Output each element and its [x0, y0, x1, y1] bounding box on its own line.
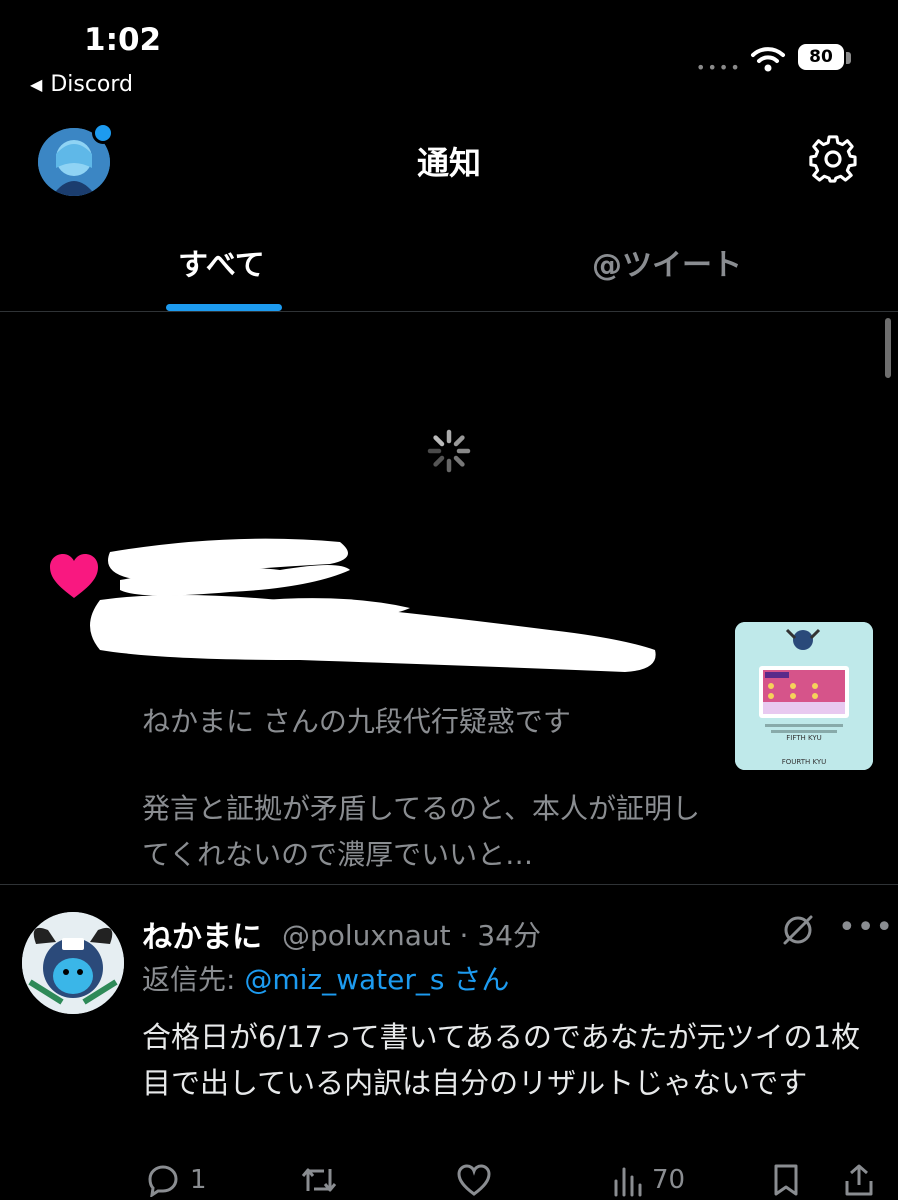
tab-all[interactable]: すべて	[178, 240, 265, 284]
page-title: 通知	[416, 144, 481, 182]
bookmark-action[interactable]	[772, 1160, 800, 1200]
replying-to-prefix: 返信先:	[142, 963, 245, 996]
liked-tweet-preview-body[interactable]: 発言と証拠が矛盾してるのと、本人が証明してくれないので濃厚でいいと…	[142, 786, 722, 878]
liked-tweet-preview[interactable]: ねかまに さんの九段代行疑惑です	[142, 700, 571, 740]
thumbnail-rank-label: FOURTH KYU	[781, 758, 827, 766]
reply-tweet-text: 合格日が6/17って書いてあるのであなたが元ツイの1枚目で出している内訳は自分の…	[142, 1020, 861, 1100]
status-time: 1:02	[84, 22, 162, 58]
gear-icon[interactable]	[808, 134, 858, 184]
reply-handle-time: @poluxnaut · 34分	[282, 919, 541, 952]
like-heart-icon	[457, 1164, 491, 1196]
active-tab-indicator	[166, 304, 282, 311]
analytics-icon	[614, 1167, 642, 1197]
views-action[interactable]: 70	[612, 1160, 685, 1200]
reply-user-avatar[interactable]	[22, 912, 124, 1014]
scrollbar[interactable]	[885, 318, 891, 378]
cellular-signal-icon: ••••	[696, 58, 742, 77]
retweet-action[interactable]	[300, 1160, 348, 1200]
share-icon	[845, 1164, 873, 1196]
retweet-icon	[301, 1168, 337, 1192]
like-action[interactable]	[456, 1160, 502, 1200]
redaction-scribble	[90, 538, 656, 672]
back-arrow-icon: ◀	[30, 75, 43, 94]
tab-divider	[0, 311, 898, 312]
share-action[interactable]	[844, 1160, 874, 1200]
wifi-icon	[751, 47, 785, 72]
muted-conversation-icon[interactable]	[780, 912, 816, 948]
replying-to-suffix: さん	[444, 963, 510, 996]
bookmark-icon	[774, 1164, 798, 1196]
battery-indicator: 80	[798, 44, 844, 70]
tweet-image-thumbnail[interactable]: FIFTH KYU FOURTH KYU	[735, 622, 873, 770]
back-app-label: Discord	[50, 72, 134, 97]
replying-to-line: 返信先: @miz_water_s さん	[142, 958, 509, 998]
back-to-app-link[interactable]: ◀ Discord	[30, 72, 133, 97]
replying-to-mention[interactable]: @miz_water_s	[244, 963, 444, 996]
loading-spinner-icon	[427, 429, 471, 473]
divider	[0, 884, 898, 885]
reply-action[interactable]: 1	[146, 1160, 207, 1200]
thumbnail-rank-label: FIFTH KYU	[786, 734, 822, 742]
tab-mentions[interactable]: @ツイート	[592, 240, 742, 284]
reply-display-name[interactable]: ねかまに	[142, 912, 262, 956]
comment-icon	[148, 1165, 178, 1197]
reply-count: 1	[190, 1165, 207, 1195]
battery-tip	[846, 52, 851, 64]
view-count: 70	[652, 1165, 686, 1195]
more-options-icon[interactable]: •••	[838, 910, 894, 945]
